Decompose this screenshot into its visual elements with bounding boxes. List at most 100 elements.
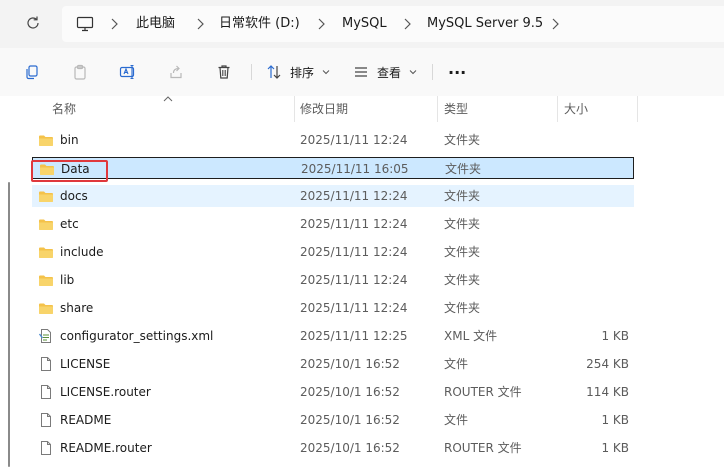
file-date-modified: 2025/11/11 12:24 [300, 245, 408, 259]
computer-icon[interactable] [76, 6, 94, 42]
rename-icon[interactable] [118, 62, 138, 82]
view-icon [355, 67, 367, 77]
file-row[interactable]: etc 2025/11/11 12:24 文件夹 [32, 213, 634, 235]
file-type: 文件夹 [444, 217, 481, 231]
file-name: README [60, 413, 112, 427]
command-bar: 排序 查看 ··· [0, 48, 724, 97]
chevron-down-icon [322, 70, 330, 75]
file-type: ROUTER 文件 [444, 385, 522, 399]
breadcrumb-mysql[interactable]: MySQL [342, 6, 387, 42]
file-name: share [60, 301, 94, 315]
file-type: 文件夹 [444, 301, 481, 315]
file-date-modified: 2025/10/1 16:52 [300, 385, 400, 399]
breadcrumb-mysql-server[interactable]: MySQL Server 9.5 [427, 6, 543, 42]
file-date-modified: 2025/11/11 12:24 [300, 217, 408, 231]
column-header-date[interactable]: 修改日期 [300, 96, 348, 122]
file-date-modified: 2025/11/11 12:25 [300, 329, 408, 343]
file-date-modified: 2025/10/1 16:52 [300, 441, 400, 455]
copy-icon[interactable] [22, 62, 42, 82]
file-name: docs [60, 189, 88, 203]
sort-ascending-icon [163, 96, 173, 102]
file-date-modified: 2025/11/11 12:24 [300, 273, 408, 287]
chevron-right-icon [404, 18, 411, 30]
sort-icon [267, 65, 281, 79]
file-row[interactable]: README.router 2025/10/1 16:52 ROUTER 文件 1 K… [32, 437, 634, 459]
file-size: 1 KB [601, 329, 629, 343]
file-icon [38, 384, 54, 400]
file-icon [38, 412, 54, 428]
view-label: 查看 [377, 65, 402, 80]
file-row[interactable]: LICENSE 2025/10/1 16:52 文件 254 KB [32, 353, 634, 375]
sort-button[interactable]: 排序 [266, 62, 330, 82]
file-name: etc [60, 217, 79, 231]
column-divider[interactable] [557, 96, 558, 122]
chevron-right-icon[interactable] [550, 18, 560, 30]
folder-icon [38, 216, 54, 232]
column-header-size[interactable]: 大小 [564, 96, 588, 122]
column-header-type[interactable]: 类型 [444, 96, 468, 122]
file-row[interactable]: README 2025/10/1 16:52 文件 1 KB [32, 409, 634, 431]
file-date-modified: 2025/11/11 16:05 [301, 162, 409, 176]
folder-icon [38, 132, 54, 148]
column-header-name[interactable]: 名称 [52, 96, 76, 122]
file-type: 文件夹 [444, 189, 481, 203]
file-row[interactable]: LICENSE.router 2025/10/1 16:52 ROUTER 文件 11… [32, 381, 634, 403]
file-name: README.router [60, 441, 152, 455]
file-size: 1 KB [601, 413, 629, 427]
breadcrumb-drive-d[interactable]: 日常软件 (D:) [219, 6, 300, 42]
chevron-right-icon [197, 18, 204, 30]
file-row[interactable]: Data 2025/11/11 16:05 文件夹 [32, 157, 634, 179]
file-date-modified: 2025/11/11 12:24 [300, 301, 408, 315]
file-type: 文件 [444, 357, 469, 371]
file-name: configurator_settings.xml [60, 329, 214, 343]
vertical-scrollbar[interactable] [8, 182, 10, 467]
folder-icon [38, 272, 54, 288]
paste-icon[interactable] [70, 62, 90, 82]
toolbar-divider [432, 64, 433, 80]
refresh-icon[interactable] [22, 12, 44, 34]
column-divider[interactable] [294, 96, 295, 122]
view-button[interactable]: 查看 [353, 62, 417, 82]
toolbar-divider [251, 64, 252, 80]
file-size: 254 KB [586, 357, 629, 371]
chevron-down-icon [409, 70, 417, 75]
file-row[interactable]: share 2025/11/11 12:24 文件夹 [32, 297, 634, 319]
address-bar[interactable]: 此电脑 日常软件 (D:) MySQL MySQL Server 9.5 [62, 6, 724, 42]
folder-icon [38, 244, 54, 260]
file-row[interactable]: include 2025/11/11 12:24 文件夹 [32, 241, 634, 263]
file-type: XML 文件 [444, 329, 498, 343]
file-size: 1 KB [601, 441, 629, 455]
chevron-right-icon [111, 18, 118, 30]
sort-label: 排序 [290, 65, 315, 80]
file-row[interactable]: bin 2025/11/11 12:24 文件夹 [32, 129, 634, 151]
file-row[interactable]: docs 2025/11/11 12:24 文件夹 [32, 185, 634, 207]
breadcrumb-this-pc[interactable]: 此电脑 [136, 6, 175, 42]
file-date-modified: 2025/10/1 16:52 [300, 357, 400, 371]
xml-file-icon [38, 328, 54, 344]
folder-icon [39, 161, 55, 177]
file-name: LICENSE.router [60, 385, 151, 399]
file-date-modified: 2025/11/11 12:24 [300, 189, 408, 203]
file-type: ROUTER 文件 [444, 441, 522, 455]
file-row[interactable]: lib 2025/11/11 12:24 文件夹 [32, 269, 634, 291]
column-divider[interactable] [637, 96, 638, 122]
delete-icon[interactable] [214, 62, 234, 82]
file-name: bin [60, 133, 79, 147]
file-date-modified: 2025/11/11 12:24 [300, 133, 408, 147]
folder-icon [38, 188, 54, 204]
file-name: lib [60, 273, 75, 287]
address-bar-strip: 此电脑 日常软件 (D:) MySQL MySQL Server 9.5 [0, 0, 724, 48]
share-icon[interactable] [166, 62, 186, 82]
file-name: Data [61, 162, 90, 176]
file-type: 文件夹 [444, 133, 481, 147]
file-size: 114 KB [586, 385, 629, 399]
file-row[interactable]: configurator_settings.xml 2025/11/11 12:2… [32, 325, 634, 347]
file-type: 文件 [444, 413, 469, 427]
file-type: 文件夹 [444, 245, 481, 259]
file-name: LICENSE [60, 357, 111, 371]
file-type: 文件夹 [444, 273, 481, 287]
column-divider[interactable] [437, 96, 438, 122]
file-icon [38, 440, 54, 456]
file-name: include [60, 245, 104, 259]
more-options-button[interactable]: ··· [448, 62, 466, 82]
